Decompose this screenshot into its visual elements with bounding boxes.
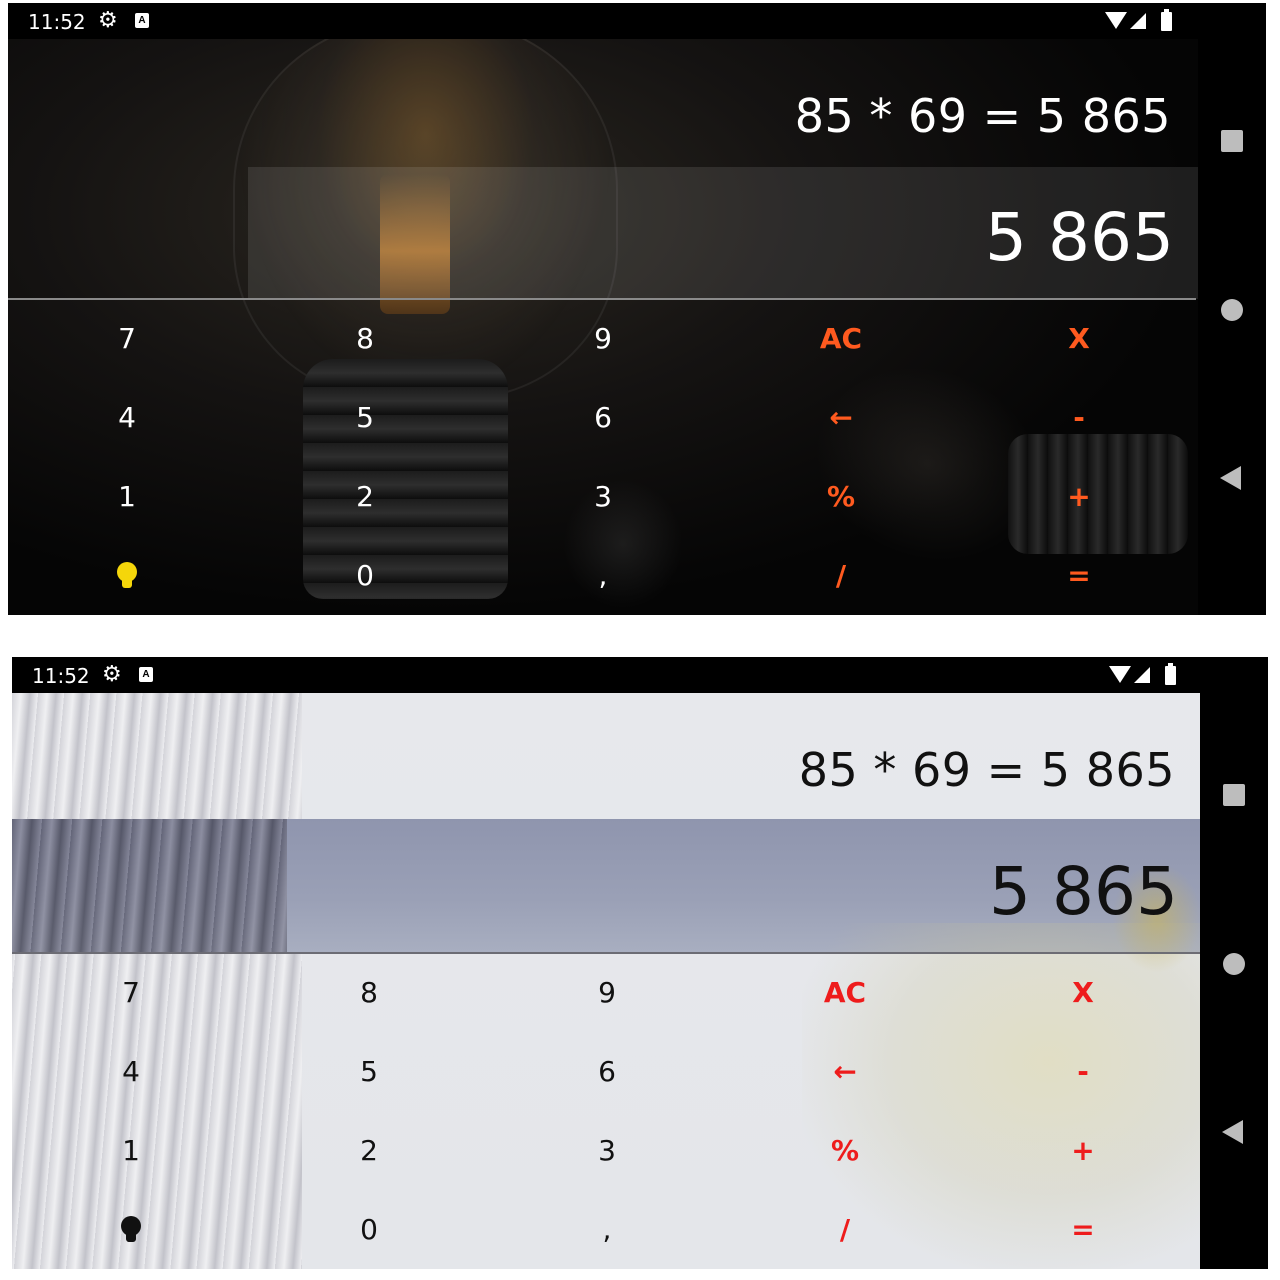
settings-gear-icon: ⚙ [102, 661, 122, 686]
calculator-screenshot-dark-theme: 11:52 ⚙ A 85 * 69 = 5 865 5 865 7 8 9 AC… [8, 3, 1266, 615]
key-5[interactable]: 5 [250, 1032, 488, 1111]
bulb-icon [117, 561, 137, 590]
key-1[interactable]: 1 [8, 457, 246, 536]
key-8[interactable]: 8 [246, 299, 484, 378]
key-divide[interactable]: / [722, 536, 960, 615]
key-equals[interactable]: = [960, 536, 1198, 615]
key-7[interactable]: 7 [8, 299, 246, 378]
key-9[interactable]: 9 [484, 299, 722, 378]
key-5[interactable]: 5 [246, 378, 484, 457]
key-plus[interactable]: + [960, 457, 1198, 536]
key-2[interactable]: 2 [246, 457, 484, 536]
battery-icon [1165, 663, 1176, 685]
calculator-app: 85 * 69 = 5 865 5 865 7 8 9 AC X 4 5 6 ←… [8, 39, 1198, 615]
key-8[interactable]: 8 [250, 953, 488, 1032]
key-0[interactable]: 0 [246, 536, 484, 615]
home-circle-icon[interactable] [1221, 299, 1243, 321]
home-circle-icon[interactable] [1223, 953, 1245, 975]
signal-icon [1130, 13, 1146, 29]
recents-square-icon[interactable] [1221, 130, 1243, 152]
key-4[interactable]: 4 [12, 1032, 250, 1111]
signal-icon [1134, 667, 1150, 683]
back-triangle-icon[interactable] [1222, 1120, 1243, 1144]
status-bar: 11:52 ⚙ A [12, 657, 1202, 693]
key-decimal-comma[interactable]: , [488, 1190, 726, 1269]
key-2[interactable]: 2 [250, 1111, 488, 1190]
calculator-app: 85 * 69 = 5 865 5 865 7 8 9 AC X 4 5 6 ←… [12, 693, 1202, 1269]
key-percent[interactable]: % [726, 1111, 964, 1190]
expression-display: 85 * 69 = 5 865 [794, 89, 1171, 143]
key-plus[interactable]: + [964, 1111, 1202, 1190]
status-time: 11:52 [32, 664, 90, 688]
keypad: 7 8 9 AC X 4 5 6 ← - 1 2 3 % + 0 , / = [8, 299, 1198, 615]
bulb-icon [121, 1215, 141, 1244]
key-divide[interactable]: / [726, 1190, 964, 1269]
key-3[interactable]: 3 [488, 1111, 726, 1190]
wifi-icon [1109, 666, 1131, 683]
key-minus[interactable]: - [964, 1032, 1202, 1111]
key-backspace[interactable]: ← [722, 378, 960, 457]
battery-icon [1161, 9, 1172, 31]
recents-square-icon[interactable] [1223, 784, 1245, 806]
key-multiply[interactable]: X [960, 299, 1198, 378]
settings-gear-icon: ⚙ [98, 7, 118, 32]
result-display: 5 865 [989, 853, 1178, 930]
keyboard-a-icon: A [139, 667, 153, 682]
key-9[interactable]: 9 [488, 953, 726, 1032]
key-minus[interactable]: - [960, 378, 1198, 457]
navigation-bar [1200, 657, 1268, 1269]
key-backspace[interactable]: ← [726, 1032, 964, 1111]
key-all-clear[interactable]: AC [722, 299, 960, 378]
theme-toggle-button[interactable] [12, 1190, 250, 1269]
key-0[interactable]: 0 [250, 1190, 488, 1269]
wifi-icon [1105, 12, 1127, 29]
key-6[interactable]: 6 [488, 1032, 726, 1111]
back-triangle-icon[interactable] [1220, 466, 1241, 490]
key-7[interactable]: 7 [12, 953, 250, 1032]
background-waves-dark [12, 819, 287, 952]
key-decimal-comma[interactable]: , [484, 536, 722, 615]
key-1[interactable]: 1 [12, 1111, 250, 1190]
theme-toggle-button[interactable] [8, 536, 246, 615]
status-time: 11:52 [28, 10, 86, 34]
status-bar: 11:52 ⚙ A [8, 3, 1198, 39]
key-equals[interactable]: = [964, 1190, 1202, 1269]
keyboard-a-icon: A [135, 13, 149, 28]
key-4[interactable]: 4 [8, 378, 246, 457]
key-3[interactable]: 3 [484, 457, 722, 536]
key-all-clear[interactable]: AC [726, 953, 964, 1032]
calculator-screenshot-light-theme: 11:52 ⚙ A 85 * 69 = 5 865 5 865 7 8 9 AC… [12, 657, 1268, 1269]
result-display: 5 865 [985, 199, 1174, 276]
key-percent[interactable]: % [722, 457, 960, 536]
key-multiply[interactable]: X [964, 953, 1202, 1032]
key-6[interactable]: 6 [484, 378, 722, 457]
navigation-bar [1198, 3, 1266, 615]
keypad: 7 8 9 AC X 4 5 6 ← - 1 2 3 % + 0 , / = [12, 953, 1202, 1269]
expression-display: 85 * 69 = 5 865 [798, 743, 1175, 797]
